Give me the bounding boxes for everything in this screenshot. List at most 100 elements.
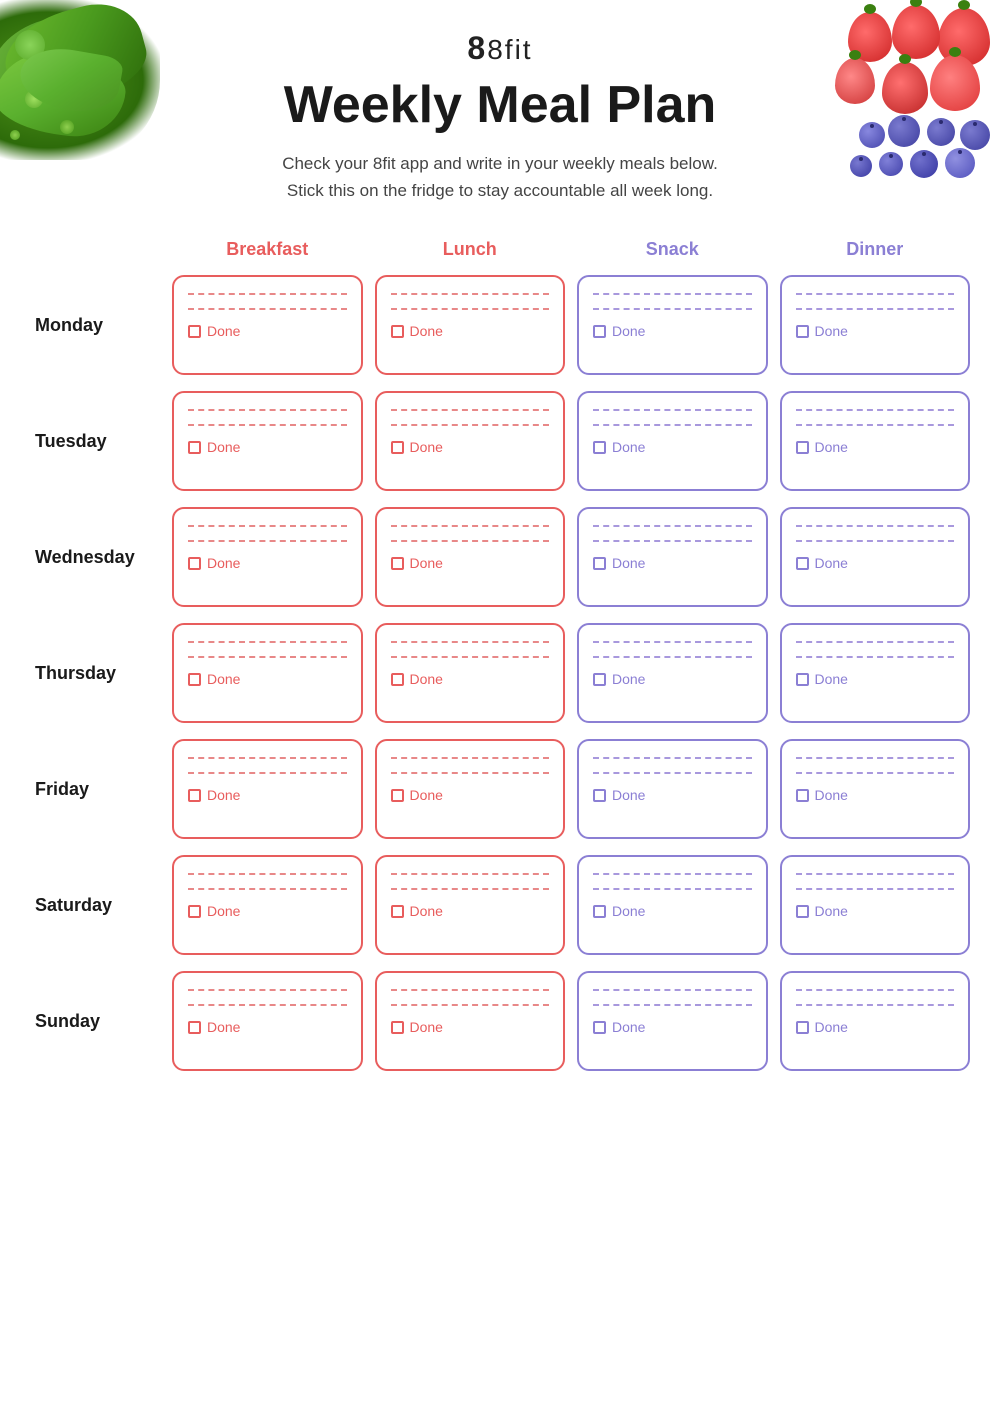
- meal-plan: Breakfast Lunch Snack Dinner Monday Done…: [0, 234, 1000, 1117]
- day-monday: Monday: [30, 315, 160, 336]
- tuesday-lunch[interactable]: Done: [375, 391, 566, 491]
- dash2: [391, 308, 550, 310]
- done-label: Done: [207, 439, 240, 455]
- wednesday-snack[interactable]: Done: [577, 507, 768, 607]
- done-checkbox[interactable]: [796, 325, 809, 338]
- wednesday-dinner[interactable]: Done: [780, 507, 971, 607]
- done-checkbox[interactable]: [188, 905, 201, 918]
- row-friday: Friday Done Done Done: [30, 739, 970, 839]
- done-checkbox[interactable]: [391, 673, 404, 686]
- dash2: [593, 308, 752, 310]
- subtitle-line1: Check your 8fit app and write in your we…: [282, 154, 718, 173]
- monday-lunch[interactable]: Done: [375, 275, 566, 375]
- done-checkbox[interactable]: [593, 905, 606, 918]
- subtitle: Check your 8fit app and write in your we…: [200, 150, 800, 204]
- dash1: [593, 293, 752, 295]
- done-label: Done: [612, 323, 645, 339]
- done-checkbox[interactable]: [391, 441, 404, 454]
- row-thursday: Thursday Done Done Done: [30, 623, 970, 723]
- done-label: Done: [612, 787, 645, 803]
- monday-dinner[interactable]: Done: [780, 275, 971, 375]
- dash1: [796, 293, 955, 295]
- saturday-snack[interactable]: Done: [577, 855, 768, 955]
- done-checkbox[interactable]: [188, 325, 201, 338]
- done-checkbox[interactable]: [796, 905, 809, 918]
- done-label: Done: [815, 555, 848, 571]
- done-checkbox[interactable]: [796, 1021, 809, 1034]
- saturday-breakfast[interactable]: Done: [172, 855, 363, 955]
- done-checkbox[interactable]: [188, 1021, 201, 1034]
- done-checkbox[interactable]: [391, 325, 404, 338]
- done-checkbox[interactable]: [593, 325, 606, 338]
- tuesday-snack[interactable]: Done: [577, 391, 768, 491]
- day-saturday: Saturday: [30, 895, 160, 916]
- done-checkbox[interactable]: [593, 673, 606, 686]
- done-label: Done: [410, 323, 443, 339]
- done-checkbox[interactable]: [391, 1021, 404, 1034]
- header-breakfast: Breakfast: [172, 234, 363, 265]
- saturday-lunch[interactable]: Done: [375, 855, 566, 955]
- done-label: Done: [410, 555, 443, 571]
- done-checkbox[interactable]: [796, 557, 809, 570]
- done-row: Done: [796, 323, 955, 339]
- done-label: Done: [815, 903, 848, 919]
- sunday-snack[interactable]: Done: [577, 971, 768, 1071]
- thursday-snack[interactable]: Done: [577, 623, 768, 723]
- done-label: Done: [410, 787, 443, 803]
- done-label: Done: [207, 323, 240, 339]
- done-checkbox[interactable]: [593, 789, 606, 802]
- page-title: Weekly Meal Plan: [0, 75, 1000, 135]
- done-label: Done: [207, 787, 240, 803]
- done-checkbox[interactable]: [188, 673, 201, 686]
- row-saturday: Saturday Done Done Done: [30, 855, 970, 955]
- thursday-lunch[interactable]: Done: [375, 623, 566, 723]
- done-label: Done: [410, 1019, 443, 1035]
- dash2: [188, 308, 347, 310]
- wednesday-breakfast[interactable]: Done: [172, 507, 363, 607]
- day-tuesday: Tuesday: [30, 431, 160, 452]
- friday-lunch[interactable]: Done: [375, 739, 566, 839]
- done-checkbox[interactable]: [391, 905, 404, 918]
- done-checkbox[interactable]: [593, 557, 606, 570]
- done-label: Done: [207, 671, 240, 687]
- tuesday-dinner[interactable]: Done: [780, 391, 971, 491]
- sunday-dinner[interactable]: Done: [780, 971, 971, 1071]
- sunday-lunch[interactable]: Done: [375, 971, 566, 1071]
- done-row: Done: [391, 323, 550, 339]
- saturday-dinner[interactable]: Done: [780, 855, 971, 955]
- done-checkbox[interactable]: [796, 673, 809, 686]
- done-checkbox[interactable]: [188, 789, 201, 802]
- thursday-dinner[interactable]: Done: [780, 623, 971, 723]
- page-header: 88fit Weekly Meal Plan Check your 8fit a…: [0, 0, 1000, 204]
- done-checkbox[interactable]: [593, 441, 606, 454]
- done-label: Done: [207, 903, 240, 919]
- done-checkbox[interactable]: [188, 441, 201, 454]
- monday-breakfast[interactable]: Done: [172, 275, 363, 375]
- friday-breakfast[interactable]: Done: [172, 739, 363, 839]
- monday-snack[interactable]: Done: [577, 275, 768, 375]
- friday-snack[interactable]: Done: [577, 739, 768, 839]
- done-label: Done: [815, 439, 848, 455]
- day-friday: Friday: [30, 779, 160, 800]
- done-label: Done: [612, 555, 645, 571]
- logo-eight: 8: [467, 30, 487, 66]
- done-label: Done: [207, 1019, 240, 1035]
- done-checkbox[interactable]: [391, 789, 404, 802]
- row-tuesday: Tuesday Done Done Done: [30, 391, 970, 491]
- done-label: Done: [612, 439, 645, 455]
- done-checkbox[interactable]: [188, 557, 201, 570]
- subtitle-line2: Stick this on the fridge to stay account…: [287, 181, 713, 200]
- sunday-breakfast[interactable]: Done: [172, 971, 363, 1071]
- done-row: Done: [593, 323, 752, 339]
- done-checkbox[interactable]: [593, 1021, 606, 1034]
- done-label: Done: [815, 323, 848, 339]
- wednesday-lunch[interactable]: Done: [375, 507, 566, 607]
- friday-dinner[interactable]: Done: [780, 739, 971, 839]
- done-checkbox[interactable]: [391, 557, 404, 570]
- thursday-breakfast[interactable]: Done: [172, 623, 363, 723]
- tuesday-breakfast[interactable]: Done: [172, 391, 363, 491]
- done-checkbox[interactable]: [796, 441, 809, 454]
- done-checkbox[interactable]: [796, 789, 809, 802]
- day-wednesday: Wednesday: [30, 547, 160, 568]
- row-monday: Monday Done Done Done: [30, 275, 970, 375]
